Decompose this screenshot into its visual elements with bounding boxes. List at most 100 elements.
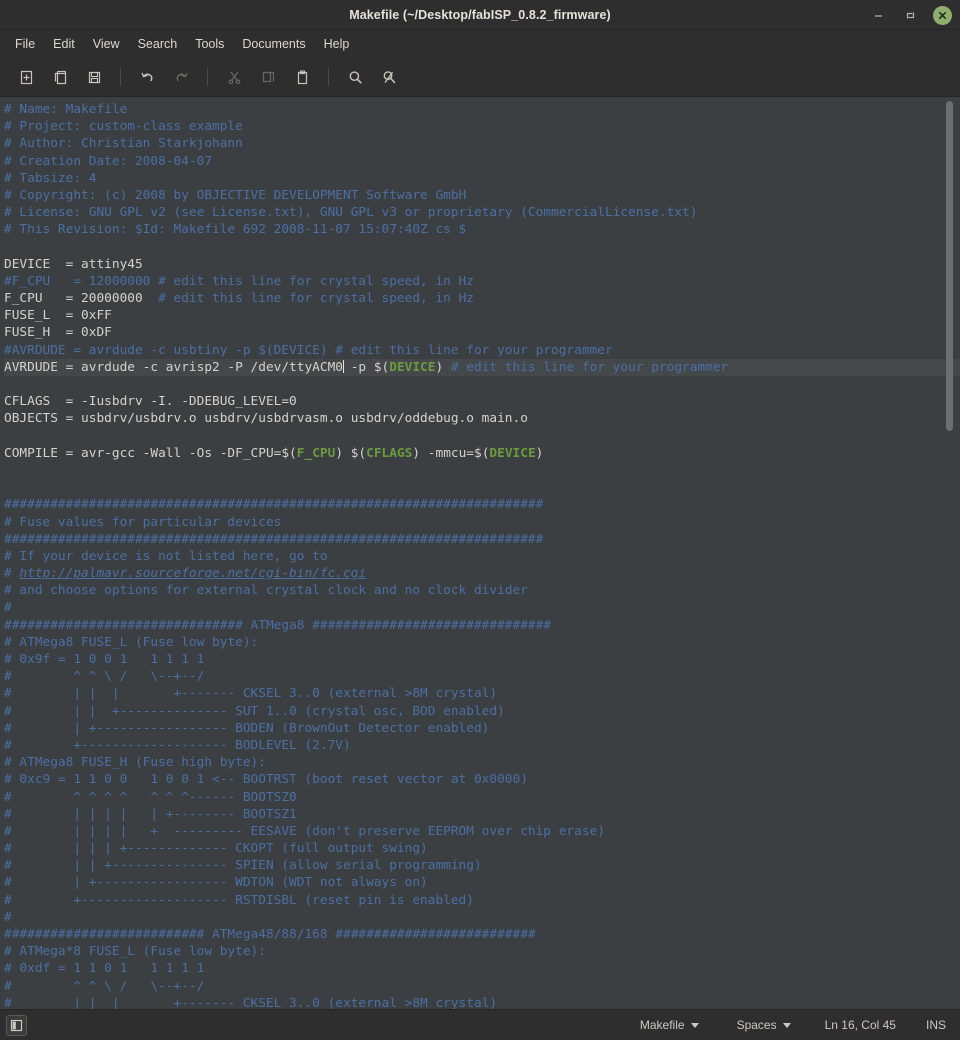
code-comment: # ATMega8 FUSE_L (Fuse low byte): <box>4 634 259 650</box>
code-line[interactable]: ########################## ATMega48/88/1… <box>4 926 960 943</box>
code-line[interactable]: # 0x9f = 1 0 0 1 1 1 1 1 <box>4 651 960 668</box>
code-line[interactable]: ########################################… <box>4 531 960 548</box>
redo-icon[interactable] <box>165 63 197 91</box>
cut-icon[interactable] <box>218 63 250 91</box>
code-line[interactable]: # Project: custom-class example <box>4 118 960 135</box>
code-text: COMPILE = avr-gcc -Wall -Os -DF_CPU=$( <box>4 445 297 461</box>
indent-selector[interactable]: Spaces <box>733 1016 795 1034</box>
code-line[interactable]: ########################################… <box>4 496 960 513</box>
insert-mode-indicator: INS <box>925 1018 946 1032</box>
code-line[interactable]: ​ <box>4 462 960 479</box>
code-line[interactable]: # +------------------- RSTDISBL (reset p… <box>4 892 960 909</box>
menu-bar: File Edit View Search Tools Documents Help <box>0 30 960 58</box>
code-line[interactable]: # Creation Date: 2008-04-07 <box>4 153 960 170</box>
menu-documents[interactable]: Documents <box>233 33 314 55</box>
menu-tools[interactable]: Tools <box>186 33 233 55</box>
code-line[interactable]: FUSE_H = 0xDF <box>4 324 960 341</box>
code-line[interactable]: # | | +-------------- SUT 1..0 (crystal … <box>4 703 960 720</box>
menu-file[interactable]: File <box>6 33 44 55</box>
code-line[interactable]: ​ <box>4 479 960 496</box>
code-line[interactable]: # +------------------- BODLEVEL (2.7V) <box>4 737 960 754</box>
code-line[interactable]: # | | +--------------- SPIEN (allow seri… <box>4 857 960 874</box>
code-line[interactable]: DEVICE = attiny45 <box>4 256 960 273</box>
code-line[interactable]: FUSE_L = 0xFF <box>4 307 960 324</box>
code-comment: http://palmavr.sourceforge.net/cgi-bin/f… <box>19 566 367 582</box>
code-variable: DEVICE <box>489 445 536 461</box>
code-text: CFLAGS = -Iusbdrv -I. -DDEBUG_LEVEL=0 <box>4 394 297 410</box>
menu-view[interactable]: View <box>84 33 129 55</box>
language-selector[interactable]: Makefile <box>636 1016 703 1034</box>
code-content[interactable]: # Name: Makefile # Project: custom-class … <box>0 97 960 1009</box>
copy-icon[interactable] <box>252 63 284 91</box>
code-line[interactable]: # | | | +------- CKSEL 3..0 (external >8… <box>4 995 960 1009</box>
code-comment: # Author: Christian Starkjohann <box>4 136 243 152</box>
code-line[interactable]: OBJECTS = usbdrv/usbdrv.o usbdrv/usbdrva… <box>4 410 960 427</box>
code-line[interactable]: # | | | | + --------- EESAVE (don't pres… <box>4 823 960 840</box>
code-comment: # Creation Date: 2008-04-07 <box>4 153 213 169</box>
search-icon[interactable] <box>339 63 371 91</box>
close-button[interactable] <box>933 5 952 25</box>
code-line[interactable]: # | | | | | +-------- BOOTSZ1 <box>4 806 960 823</box>
open-document-icon[interactable] <box>44 63 76 91</box>
code-editor[interactable]: # Name: Makefile # Project: custom-class … <box>0 97 960 1009</box>
code-comment: # | | +--------------- SPIEN (allow seri… <box>4 858 482 874</box>
code-line[interactable]: #AVRDUDE = avrdude -c usbtiny -p $(DEVIC… <box>4 342 960 359</box>
code-line[interactable]: ​ <box>4 428 960 445</box>
minimize-button[interactable] <box>869 6 887 24</box>
paste-icon[interactable] <box>286 63 318 91</box>
code-line[interactable]: # 0xc9 = 1 1 0 0 1 0 0 1 <-- BOOTRST (bo… <box>4 771 960 788</box>
code-line[interactable]: CFLAGS = -Iusbdrv -I. -DDEBUG_LEVEL=0 <box>4 393 960 410</box>
status-right-group: Makefile Spaces Ln 16, Col 45 INS <box>636 1016 946 1034</box>
window-controls <box>869 0 952 30</box>
code-line[interactable]: # Author: Christian Starkjohann <box>4 135 960 152</box>
code-comment: # | | +-------------- SUT 1..0 (crystal … <box>4 703 505 719</box>
code-comment: # 0xdf = 1 1 0 1 1 1 1 1 <box>4 961 205 977</box>
code-line[interactable]: # License: GNU GPL v2 (see License.txt),… <box>4 204 960 221</box>
find-replace-icon[interactable] <box>373 63 405 91</box>
new-document-icon[interactable] <box>10 63 42 91</box>
undo-icon[interactable] <box>131 63 163 91</box>
menu-edit[interactable]: Edit <box>44 33 84 55</box>
code-line[interactable]: # Tabsize: 4 <box>4 170 960 187</box>
code-comment: # | +----------------- BODEN (BrownOut D… <box>4 720 490 736</box>
code-variable: F_CPU <box>296 445 336 461</box>
code-line[interactable]: # ATMega*8 FUSE_L (Fuse low byte): <box>4 943 960 960</box>
panel-toggle-icon[interactable] <box>6 1014 27 1036</box>
code-line[interactable]: ​ <box>4 239 960 256</box>
save-icon[interactable] <box>78 63 110 91</box>
code-line[interactable]: # and choose options for external crysta… <box>4 582 960 599</box>
code-line[interactable]: # If your device is not listed here, go … <box>4 548 960 565</box>
code-line[interactable]: # <box>4 599 960 616</box>
code-line[interactable]: AVRDUDE = avrdude -c avrisp2 -P /dev/tty… <box>4 358 960 376</box>
menu-search[interactable]: Search <box>129 33 187 55</box>
vertical-scrollbar[interactable] <box>946 101 953 431</box>
code-line[interactable]: # 0xdf = 1 1 0 1 1 1 1 1 <box>4 960 960 977</box>
code-line[interactable]: # Fuse values for particular devices <box>4 514 960 531</box>
code-line[interactable]: # | +----------------- WDTON (WDT not al… <box>4 874 960 891</box>
code-line[interactable]: # This Revision: $Id: Makefile 692 2008-… <box>4 221 960 238</box>
code-line[interactable]: # | +----------------- BODEN (BrownOut D… <box>4 720 960 737</box>
menu-help[interactable]: Help <box>315 33 359 55</box>
code-comment: # This Revision: $Id: Makefile 692 2008-… <box>4 222 467 238</box>
code-line[interactable]: #F_CPU = 12000000 # edit this line for c… <box>4 273 960 290</box>
code-line[interactable]: # <box>4 909 960 926</box>
code-line[interactable]: ############################### ATMega8 … <box>4 617 960 634</box>
window-title: Makefile (~/Desktop/fabISP_0.8.2_firmwar… <box>349 7 611 22</box>
code-line[interactable]: # ^ ^ \ / \--+--/ <box>4 978 960 995</box>
maximize-restore-button[interactable] <box>901 6 919 24</box>
code-line[interactable]: COMPILE = avr-gcc -Wall -Os -DF_CPU=$(F_… <box>4 445 960 462</box>
code-line[interactable]: # ATMega8 FUSE_H (Fuse high byte): <box>4 754 960 771</box>
code-line[interactable]: # ^ ^ \ / \--+--/ <box>4 668 960 685</box>
code-line[interactable]: # ^ ^ ^ ^ ^ ^ ^------ BOOTSZ0 <box>4 789 960 806</box>
code-comment: # | +----------------- WDTON (WDT not al… <box>4 875 428 891</box>
code-line[interactable]: # http://palmavr.sourceforge.net/cgi-bin… <box>4 565 960 582</box>
code-line[interactable]: # ATMega8 FUSE_L (Fuse low byte): <box>4 634 960 651</box>
code-line[interactable]: # Name: Makefile <box>4 101 960 118</box>
code-line[interactable]: F_CPU = 20000000 # edit this line for cr… <box>4 290 960 307</box>
toolbar-separator <box>120 68 121 86</box>
code-line[interactable]: # | | | +------- CKSEL 3..0 (external >8… <box>4 685 960 702</box>
code-line[interactable]: # | | | +------------- CKOPT (full outpu… <box>4 840 960 857</box>
code-text: -p $( <box>343 359 390 375</box>
code-line[interactable]: # Copyright: (c) 2008 by OBJECTIVE DEVEL… <box>4 187 960 204</box>
code-line[interactable]: ​ <box>4 376 960 393</box>
